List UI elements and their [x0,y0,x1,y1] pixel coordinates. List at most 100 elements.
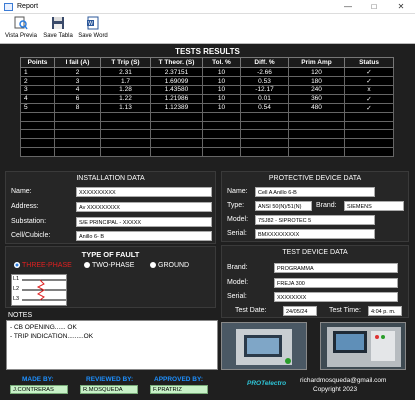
installation-name-label: Name: [11,188,32,195]
contact-email: richardmosqueda@gmail.com [300,377,387,384]
table-cell: 1.69099 [150,76,203,86]
table-cell: 10 [202,102,241,113]
fault-title: TYPE OF FAULT [81,250,140,259]
notes-textarea[interactable]: - CB OPENING...... OK - TRIP INDICATION.… [6,320,218,370]
radio-selected-icon [14,262,20,268]
table-cell: 1 [20,67,55,77]
notes-title: NOTES [8,312,33,319]
table-row[interactable]: 2 3 1.7 1.69099 10 0.53 180 ✓ [20,76,394,86]
table-row[interactable]: 3 4 1.28 1.43580 10 -12.17 240 x [20,85,394,95]
installation-address-field[interactable]: Av XXXXXXXXX [76,202,212,212]
save-table-label: Save Tabla [43,33,73,39]
reviewed-by-label: REVIEWED BY: [86,376,134,383]
window-titlebar: Report — □ ✕ [0,0,415,14]
table-cell: 1.13 [100,102,151,113]
table-cell: 10 [202,93,241,104]
notes-line: - CB OPENING...... OK [10,324,77,331]
protective-brand-field[interactable]: SIEMENS [344,201,404,211]
relay-panel-image [222,323,306,369]
test-model-field[interactable]: FREJA 300 [274,278,398,288]
maximize-icon[interactable]: □ [361,1,387,13]
l2-label: L2 [13,286,20,292]
table-cell: 3 [54,76,101,86]
brand-logo: PROTelectro [247,380,287,387]
two-phase-label: TWO-PHASE [92,262,135,269]
radio-unselected-icon [84,262,90,268]
preview-button[interactable]: Vista Previa [4,16,38,43]
minimize-icon[interactable]: — [335,1,361,13]
three-phase-label: THREE-PHASE [22,262,72,269]
table-cell: 240 [288,85,345,95]
table-cell: 8 [54,102,101,113]
reviewed-by-field[interactable]: R.MOSQUEDA [80,385,138,394]
protective-type-field[interactable]: ANSI 50(N)/51(N) [255,201,312,211]
installation-panel: INSTALLATION DATA Name: XXXXXXXXXX Addre… [5,171,216,244]
approved-by-field[interactable]: F.PRATRIZ [150,385,208,394]
ground-label: GROUND [158,262,190,269]
table-cell: 1.28 [100,85,151,95]
preview-label: Vista Previa [5,33,37,39]
table-cell: 180 [288,76,345,86]
test-date-label: Test Date: [235,307,267,314]
table-row-empty[interactable] [20,138,394,148]
protective-title: PROTECTIVE DEVICE DATA [268,175,362,182]
save-word-label: Save Word [78,33,108,39]
protective-model-label: Model: [227,216,249,223]
three-phase-fault-icon [22,279,66,301]
protective-panel: PROTECTIVE DEVICE DATA Name: Cell A Anil… [221,171,409,242]
test-model-label: Model: [227,279,249,286]
status-cell: ✓ [344,67,394,77]
test-time-field[interactable]: 4:04 p. m. [368,306,402,316]
radio-unselected-icon [150,262,156,268]
test-brand-label: Brand: [227,264,248,271]
col-header: Prim Amp [288,57,345,68]
test-device-panel: TEST DEVICE DATA Brand: PROGRAMMA Model:… [221,245,409,318]
protective-serial-label: Serial: [227,230,247,237]
table-row[interactable]: 1 2 2.31 2.37151 10 -2.66 120 ✓ [20,67,394,77]
installation-name-field[interactable]: XXXXXXXXXX [76,187,212,197]
test-setup-photo-1 [221,322,307,370]
results-table: Points I fail (A) T Trip (S) T Theor. (S… [20,57,394,157]
table-row-empty[interactable] [20,111,394,122]
table-cell: 120 [288,67,345,77]
window-title: Report [17,3,39,10]
protective-serial-field[interactable]: BMXXXXXXXXX [255,229,375,239]
table-cell: 0.54 [240,102,289,113]
app-icon [4,3,13,11]
results-title: TESTS RESULTS [175,47,240,56]
radio-two-phase[interactable]: TWO-PHASE [84,262,134,271]
table-cell: -2.66 [240,67,289,77]
table-row[interactable]: 5 8 1.13 1.12389 10 0.54 480 ✓ [20,102,394,113]
save-table-button[interactable]: Save Tabla [42,16,74,43]
test-serial-field[interactable]: XXXXXXXX [274,292,398,302]
svg-text:W: W [88,21,93,27]
test-time-label: Test Time: [329,307,361,314]
substation-field[interactable]: S/E PRINCIPAL - XXXXX [76,217,212,227]
radio-ground[interactable]: GROUND [150,262,189,271]
table-cell: 2 [54,67,101,77]
test-setup-photo-2 [320,322,406,370]
table-cell: 6 [54,93,101,104]
protective-type-label: Type: [227,202,245,209]
save-word-button[interactable]: W Save Word [77,16,109,43]
status-cell: x [344,85,394,95]
word-document-icon: W [87,16,99,30]
protective-name-field[interactable]: Cell A Anillo 6-B [255,187,375,197]
cell-cubicle-field[interactable]: Anillo 6- B [76,231,212,241]
protective-model-field[interactable]: 7SJ82 - SIPROTEC 5 [255,215,375,225]
table-cell: 4 [20,93,55,104]
made-by-field[interactable]: J.CONTRERAS [10,385,68,394]
status-cell: ✓ [344,76,394,86]
radio-three-phase[interactable]: THREE-PHASE [14,262,72,271]
col-header: I fail (A) [54,57,101,68]
table-row-empty[interactable] [20,129,394,140]
table-row[interactable]: 4 6 1.22 1.21986 10 0.01 360 ✓ [20,93,394,104]
made-by-label: MADE BY: [22,376,54,383]
table-row-empty[interactable] [20,146,394,157]
test-brand-field[interactable]: PROGRAMMA [274,263,398,273]
test-date-field[interactable]: 24/05/24 [283,306,317,316]
notes-line: - TRIP INDICATION.........OK [10,333,94,340]
close-icon[interactable]: ✕ [388,1,414,13]
table-row-empty[interactable] [20,120,394,131]
table-cell: 0.53 [240,76,289,86]
